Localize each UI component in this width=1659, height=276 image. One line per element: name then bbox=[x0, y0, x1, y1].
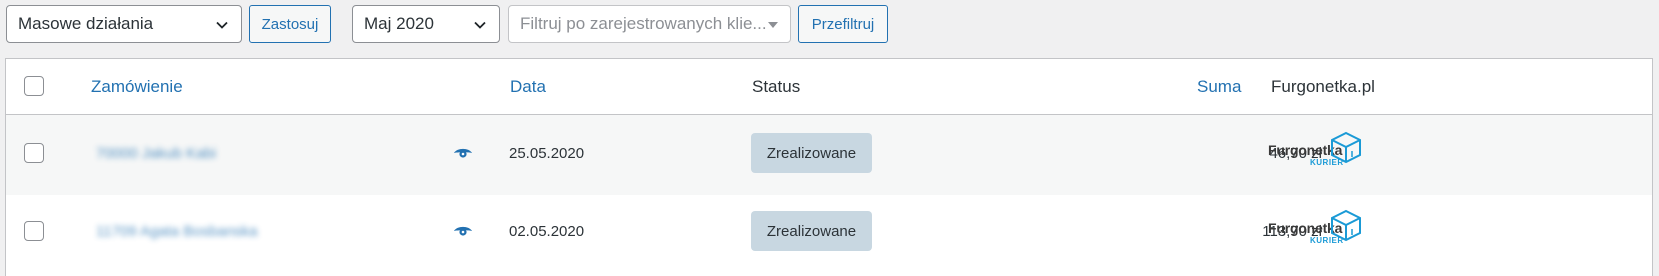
eye-icon[interactable] bbox=[453, 146, 473, 160]
customer-filter-placeholder: Filtruj po zarejestrowanych klie... bbox=[520, 14, 767, 33]
order-date: 25.05.2020 bbox=[509, 145, 585, 162]
filter-button[interactable]: Przefiltruj bbox=[798, 5, 888, 43]
status-badge: Zrealizowane bbox=[751, 133, 872, 173]
box-icon bbox=[1331, 131, 1361, 164]
chevron-down-icon bbox=[216, 21, 228, 29]
table-header: Zamówienie Data Status Suma Furgonetka.p… bbox=[6, 59, 1652, 115]
column-status: Status bbox=[752, 77, 801, 96]
table-row[interactable]: 70000 Jakub Kabi 25.05.2020 Zrealizowane… bbox=[6, 115, 1652, 195]
caret-down-icon bbox=[768, 22, 778, 28]
row-checkbox[interactable] bbox=[24, 221, 44, 241]
eye-icon[interactable] bbox=[453, 224, 473, 238]
orders-table: Zamówienie Data Status Suma Furgonetka.p… bbox=[5, 58, 1653, 276]
row-checkbox[interactable] bbox=[24, 143, 44, 163]
bulk-actions-value: Masowe działania bbox=[18, 14, 154, 33]
month-filter-value: Maj 2020 bbox=[364, 14, 434, 33]
order-link[interactable]: 70000 Jakub Kabi bbox=[96, 145, 216, 162]
customer-filter-select[interactable]: Filtruj po zarejestrowanych klie... bbox=[508, 5, 791, 43]
order-date: 02.05.2020 bbox=[509, 223, 585, 240]
furgonetka-logo: Furgonetka KURIER bbox=[1268, 131, 1364, 171]
column-order[interactable]: Zamówienie bbox=[91, 59, 183, 115]
select-all-checkbox[interactable] bbox=[24, 76, 44, 96]
column-total[interactable]: Suma bbox=[1197, 59, 1241, 115]
furgonetka-logo: Furgonetka KURIER bbox=[1268, 209, 1364, 249]
order-link[interactable]: 11709 Agata Bosbanska bbox=[96, 223, 258, 240]
month-filter-select[interactable]: Maj 2020 bbox=[352, 5, 500, 43]
status-badge: Zrealizowane bbox=[751, 211, 872, 251]
column-shipping: Furgonetka.pl bbox=[1271, 77, 1375, 96]
apply-button[interactable]: Zastosuj bbox=[249, 5, 331, 43]
bulk-actions-select[interactable]: Masowe działania bbox=[6, 5, 242, 43]
column-date[interactable]: Data bbox=[510, 59, 546, 115]
box-icon bbox=[1331, 209, 1361, 242]
table-row[interactable]: 11709 Agata Bosbanska 02.05.2020 Zrealiz… bbox=[6, 195, 1652, 275]
chevron-down-icon bbox=[474, 21, 486, 29]
